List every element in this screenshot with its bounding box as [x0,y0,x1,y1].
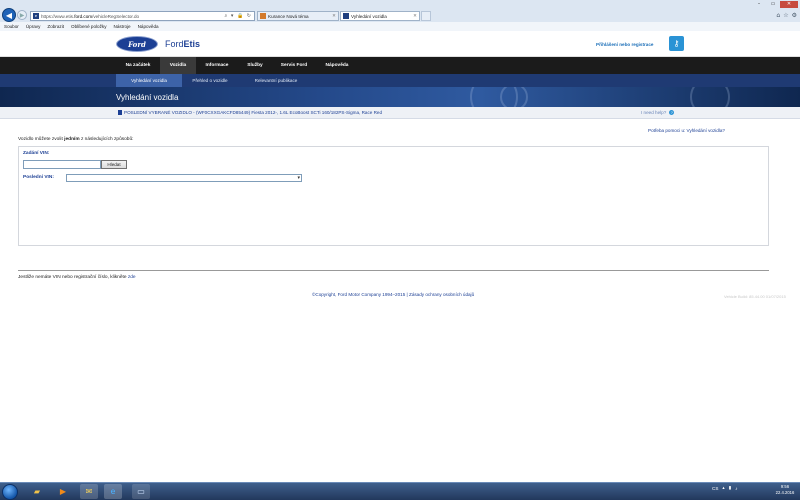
last-vin-select[interactable]: ▾ [66,174,302,182]
login-link[interactable]: Přihlášení nebo registrace [596,42,653,47]
address-bar[interactable]: e https://www.etis.ford.com/vehicleRegSe… [30,11,255,21]
vin-label: Zadání VIN: [23,151,50,156]
settings-gear-icon[interactable]: ⚙ [792,12,797,19]
system-tray: CS ▴ ▮ ♪ [712,485,738,491]
nav-informace[interactable]: Informace [196,57,238,74]
tray-arrow-icon[interactable]: ▴ [722,485,724,491]
language-indicator[interactable]: CS [712,486,718,491]
ford-logo[interactable]: Ford [116,36,158,52]
build-info-text: Vehicle Build: 85.44.00 01/07/2015 [724,294,786,299]
close-window-icon[interactable]: ✕ [780,1,798,8]
nav-napoveda[interactable]: Nápověda [316,57,358,74]
close-tab-icon[interactable]: ✕ [413,13,417,19]
tab-label: Vyhledání vozidla [351,13,387,19]
new-tab-button[interactable] [421,11,431,21]
browser-menu-bar: Soubor Úpravy Zobrazit Oblíbené položky … [0,22,800,31]
browser-tab-kurance[interactable]: Kurance Nová téma ✕ [257,11,339,21]
taskbar-clock[interactable]: 9:56 22.4.2016 [772,484,798,496]
tab-label: Kurance Nová téma [268,13,309,19]
menu-oblibene[interactable]: Oblíbené položky [71,24,107,29]
last-vehicle-text: POSLEDNÍ VYBRANÉ VOZIDLO - (WF0CXXGAKCFD… [124,110,383,115]
media-player-icon[interactable]: ▶ [54,484,72,499]
tab-favicon-icon [343,13,349,19]
tab-favicon-icon [260,13,266,19]
browser-toolbar-icons: ⌂ ☆ ⚙ [776,12,797,19]
nav-servis-ford[interactable]: Servis Ford [272,57,316,74]
window-thumbnail-icon[interactable]: ▭ [132,484,150,499]
back-button[interactable]: ◀ [2,8,16,22]
nav-sluzby[interactable]: Služby [238,57,272,74]
banner-wheel-decoration [690,87,730,107]
vin-input[interactable] [23,160,101,169]
page-title: Vyhledání vozidla [116,93,179,102]
help-link[interactable]: Potřeba pomoci u: Vyhledání vozidla? [648,128,725,133]
need-help-text: I need help? [641,110,667,115]
favorites-star-icon[interactable]: ☆ [783,12,788,19]
menu-upravy[interactable]: Úpravy [26,24,41,29]
menu-nastroje[interactable]: Nástroje [114,24,131,29]
last-vin-label: Poslední VIN: [23,175,54,180]
intro-text: Vozidlo můžete zvolit jedním z následují… [18,137,134,142]
search-button[interactable]: Hledat [101,160,127,169]
address-url: https://www.etis.ford.com/vehicleRegSele… [41,13,140,19]
internet-explorer-icon[interactable]: e [104,484,122,499]
nav-na-zacatek[interactable]: Na začátek [116,57,160,74]
subnav-prehled-o-vozidle[interactable]: Přehled o vozidle [182,74,238,87]
start-button[interactable] [2,484,18,500]
volume-icon[interactable]: ♪ [735,486,737,491]
site-favicon-icon: e [33,13,39,19]
minimize-icon[interactable]: – [752,1,766,8]
menu-soubor[interactable]: Soubor [4,24,19,29]
subnav-vyhledani-vozidla[interactable]: Vyhledání vozidla [116,74,182,87]
home-icon[interactable]: ⌂ [776,12,780,19]
forward-button[interactable]: ▶ [17,10,27,20]
messenger-icon[interactable]: ✉ [80,484,98,499]
explorer-folder-icon[interactable]: ▰ [28,484,46,499]
need-help-link[interactable]: I need help? ? [641,110,675,115]
no-vin-link[interactable]: zde [128,275,136,280]
close-tab-icon[interactable]: ✕ [332,13,336,19]
network-icon[interactable]: ▮ [729,485,732,491]
search-panel [18,146,769,246]
divider [18,270,769,271]
address-tools-icons[interactable]: ⌕ ▾ 🔒 ↻ [225,13,253,19]
nav-vozidla[interactable]: Vozidla [160,57,196,74]
clock-date: 22.4.2016 [775,490,795,495]
chevron-down-icon: ▾ [297,175,300,181]
no-vin-text: Jestliže nemáte VIN nebo registrační čís… [18,275,136,280]
menu-napoveda[interactable]: Nápověda [138,24,159,29]
browser-tab-vyhledani[interactable]: Vyhledání vozidla ✕ [340,11,420,21]
maximize-icon[interactable]: ▭ [766,1,780,8]
login-key-icon[interactable]: ⚷ [669,36,684,51]
copyright-text[interactable]: ©Copyright, Ford Motor Company 1994–2015… [312,292,474,297]
fordetis-brand: FordEtis [165,39,201,49]
help-question-icon: ? [669,110,675,115]
bookmark-icon [118,110,122,115]
menu-zobrazit[interactable]: Zobrazit [47,24,64,29]
last-vehicle-link[interactable]: POSLEDNÍ VYBRANÉ VOZIDLO - (WF0CXXGAKCFD… [118,110,382,115]
subnav-relevantni-publikace[interactable]: Relevantní publikace [238,74,314,87]
window-controls: – ▭ ✕ [752,1,798,8]
banner-wheel-decoration [500,87,528,107]
